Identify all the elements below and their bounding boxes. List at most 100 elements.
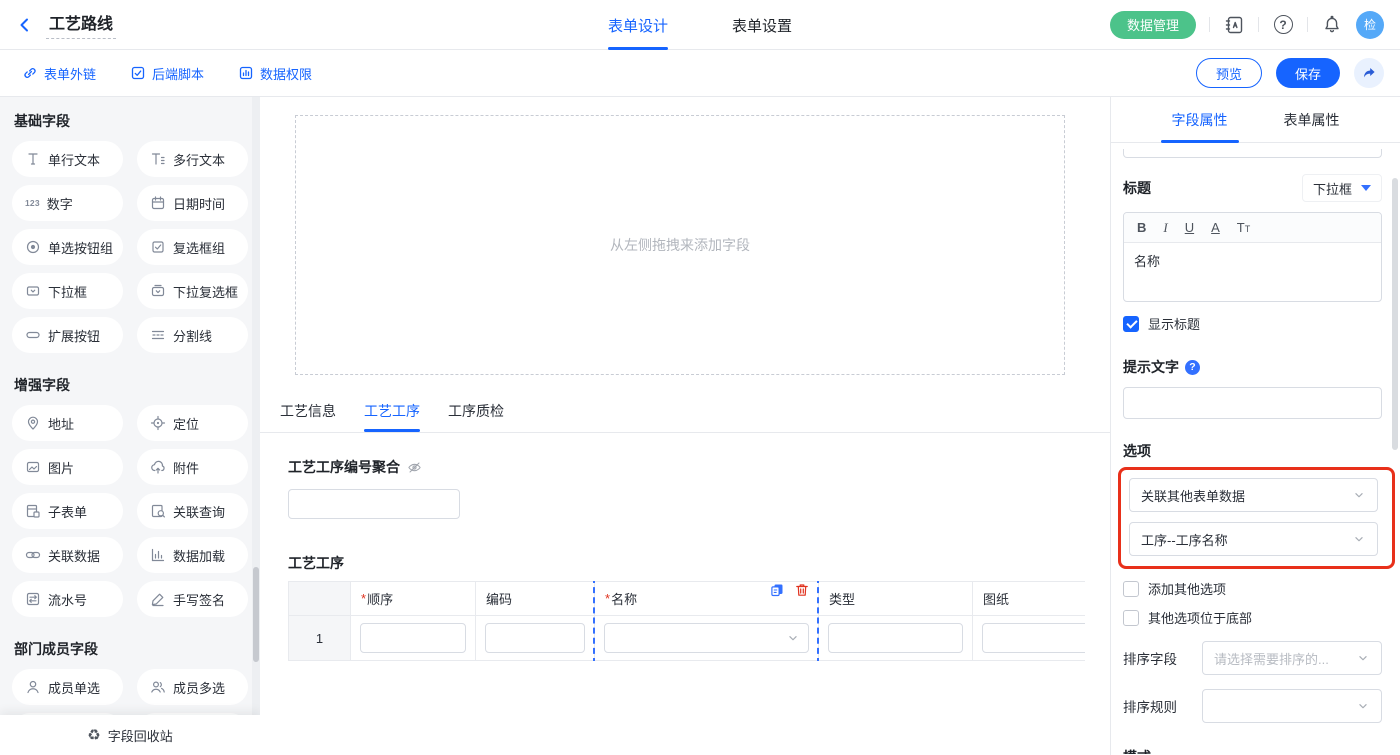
field-expand-button[interactable]: 扩展按钮 [12,317,123,353]
form-title[interactable]: 工艺路线 [46,10,116,39]
italic-button[interactable]: I [1163,220,1167,236]
drawing-input[interactable] [982,623,1085,653]
eye-off-icon[interactable] [407,460,422,475]
field-linked-data[interactable]: 关联数据 [12,537,123,573]
code-input[interactable] [485,623,585,653]
sort-rule-label: 排序规则 [1123,696,1177,716]
linked-data-icon [25,547,41,563]
avatar[interactable]: 检 [1356,11,1384,39]
hint-help-icon[interactable]: ? [1185,360,1200,375]
column-header-type[interactable]: 类型 [819,582,973,616]
tab-form-properties[interactable]: 表单属性 [1284,97,1340,143]
subform-title: 工艺工序 [288,553,1110,573]
select-icon [25,283,41,299]
link-icon [22,65,38,81]
field-number[interactable]: 123 数字 [12,185,123,221]
field-datetime[interactable]: 日期时间 [137,185,248,221]
required-asterisk: * [361,591,366,606]
chevron-down-icon [1356,651,1370,665]
field-divider[interactable]: 分割线 [137,317,248,353]
field-signature[interactable]: 手写签名 [137,581,248,617]
subform-icon [25,503,41,519]
tab-step-quality-check[interactable]: 工序质检 [448,401,504,432]
help-icon[interactable]: ? [1272,14,1294,36]
share-button[interactable] [1354,58,1384,88]
divider [1307,17,1308,32]
delete-column-icon[interactable] [794,582,810,598]
column-header-code[interactable]: 编码 [476,582,595,616]
aggregate-field-label: 工艺工序编号聚合 [288,457,1110,477]
font-size-button[interactable]: TT [1237,220,1250,235]
field-image[interactable]: 图片 [12,449,123,485]
field-serial-number[interactable]: 流水号 [12,581,123,617]
copy-column-icon[interactable] [769,582,785,598]
rich-text-toolbar: B I U A TT [1124,213,1381,243]
type-input[interactable] [828,623,963,653]
tab-form-settings[interactable]: 表单设置 [732,0,792,50]
backend-script-button[interactable]: 后端脚本 [130,64,204,83]
sort-rule-select[interactable] [1202,689,1382,723]
notification-bell-icon[interactable] [1321,14,1343,36]
save-button[interactable]: 保存 [1276,58,1340,88]
contact-book-icon[interactable] [1223,14,1245,36]
option-source-select[interactable]: 关联其他表单数据 [1129,478,1378,512]
field-linked-query[interactable]: 关联查询 [137,493,248,529]
show-title-checkbox-row[interactable]: 显示标题 [1123,314,1382,333]
field-recycle-bin-button[interactable]: ♻ 字段回收站 [0,715,260,755]
checkbox-checked[interactable] [1123,316,1139,332]
name-select[interactable] [604,623,809,653]
font-color-button[interactable]: A [1211,220,1220,235]
field-subform[interactable]: 子表单 [12,493,123,529]
add-other-option-row[interactable]: 添加其他选项 [1123,579,1382,598]
field-member-multi[interactable]: 成员多选 [137,669,248,705]
data-permission-button[interactable]: 数据权限 [238,64,312,83]
tab-process-info[interactable]: 工艺信息 [280,401,336,432]
aggregate-field-input[interactable] [288,489,460,519]
field-single-line-text[interactable]: 单行文本 [12,141,123,177]
checkbox-unchecked[interactable] [1123,581,1139,597]
panel-scrollbar-thumb[interactable] [1392,178,1398,450]
field-data-load[interactable]: 数据加载 [137,537,248,573]
field-checkbox-group[interactable]: 复选框组 [137,229,248,265]
hint-text-label: 提示文字 ? [1123,357,1382,377]
column-header-drawing[interactable]: 图纸 [973,582,1085,616]
tab-field-properties[interactable]: 字段属性 [1172,97,1228,143]
external-link-button[interactable]: 表单外链 [22,64,96,83]
order-input[interactable] [360,623,466,653]
underline-button[interactable]: U [1185,220,1194,235]
chevron-down-icon [1356,699,1370,713]
checkbox-unchecked[interactable] [1123,610,1139,626]
active-tab-underline [608,47,668,50]
column-header-order[interactable]: *顺序 [351,582,476,616]
drop-zone[interactable]: 从左侧拖拽来添加字段 [295,115,1065,375]
widget-type-select[interactable]: 下拉框 [1302,174,1382,202]
title-value-input[interactable]: 名称 [1124,243,1381,301]
sort-field-select[interactable]: 请选择需要排序的... [1202,641,1382,675]
tab-form-design[interactable]: 表单设计 [608,0,668,50]
tab-process-steps[interactable]: 工艺工序 [364,401,420,432]
radio-group-icon [25,239,41,255]
form-toolbar: 表单外链 后端脚本 数据权限 预览 保存 [0,50,1400,97]
other-option-bottom-row[interactable]: 其他选项位于底部 [1123,608,1382,627]
mode-label: 模式 [1123,747,1382,754]
field-select[interactable]: 下拉框 [12,273,123,309]
chevron-down-icon [1352,488,1366,502]
field-address[interactable]: 地址 [12,405,123,441]
option-field-select[interactable]: 工序--工序名称 [1129,522,1378,556]
data-manage-button[interactable]: 数据管理 [1110,11,1196,39]
field-member-single[interactable]: 成员单选 [12,669,123,705]
data-load-icon [150,547,166,563]
preview-button[interactable]: 预览 [1196,58,1262,88]
single-line-text-icon [25,151,41,167]
field-multi-select[interactable]: 下拉复选框 [137,273,248,309]
field-radio-group[interactable]: 单选按钮组 [12,229,123,265]
hint-text-input[interactable] [1123,387,1382,419]
field-attachment[interactable]: 附件 [137,449,248,485]
field-multi-line-text[interactable]: 多行文本 [137,141,248,177]
title-label: 标题 [1123,178,1151,198]
title-rich-editor: B I U A TT 名称 [1123,212,1382,302]
back-icon[interactable] [14,14,36,36]
field-location[interactable]: 定位 [137,405,248,441]
sidebar-scrollbar-thumb[interactable] [253,567,259,662]
bold-button[interactable]: B [1137,220,1146,235]
